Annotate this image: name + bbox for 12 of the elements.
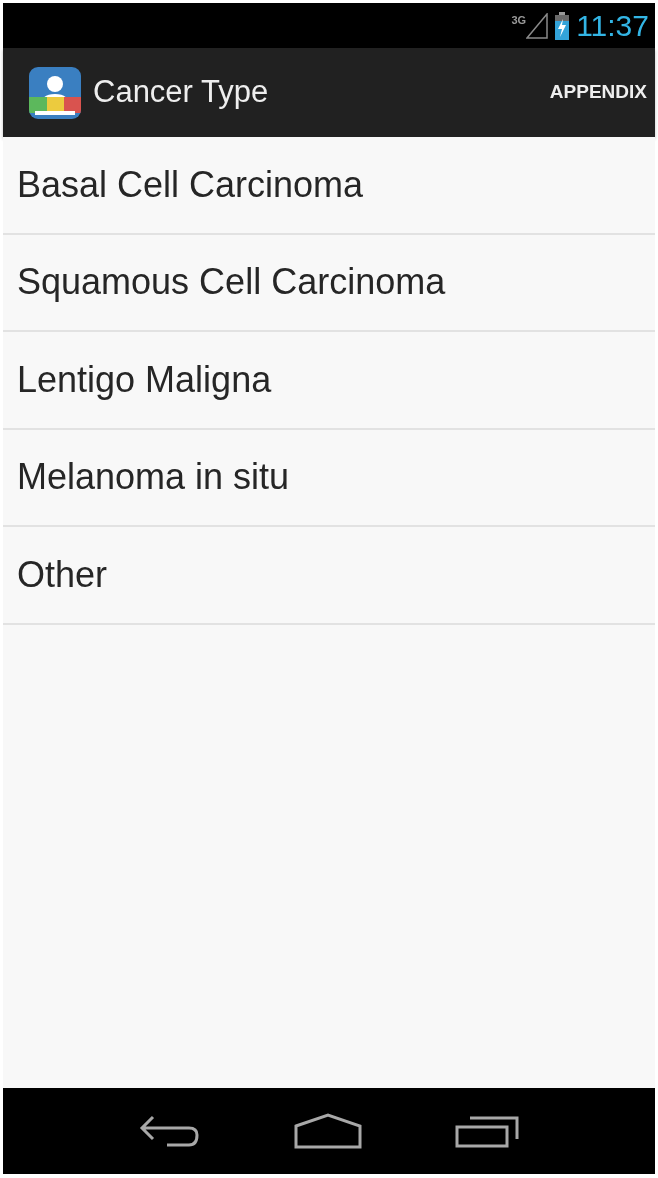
app-logo-icon: [29, 66, 81, 119]
network-label: 3G: [511, 14, 527, 26]
list-item[interactable]: Melanoma in situ: [17, 450, 290, 505]
list-item[interactable]: Other: [17, 547, 108, 602]
clock-time: 11:37: [576, 10, 649, 41]
list-item[interactable]: Basal Cell Carcinoma: [17, 157, 364, 212]
appendix-button[interactable]: APPENDIX: [547, 78, 649, 107]
battery-charging-icon: [554, 11, 571, 40]
list-item[interactable]: Lentigo Maligna: [17, 352, 272, 407]
list-item[interactable]: Squamous Cell Carcinoma: [17, 255, 446, 310]
signal-icon: [526, 12, 549, 39]
screen-title: Cancer Type: [93, 73, 269, 112]
